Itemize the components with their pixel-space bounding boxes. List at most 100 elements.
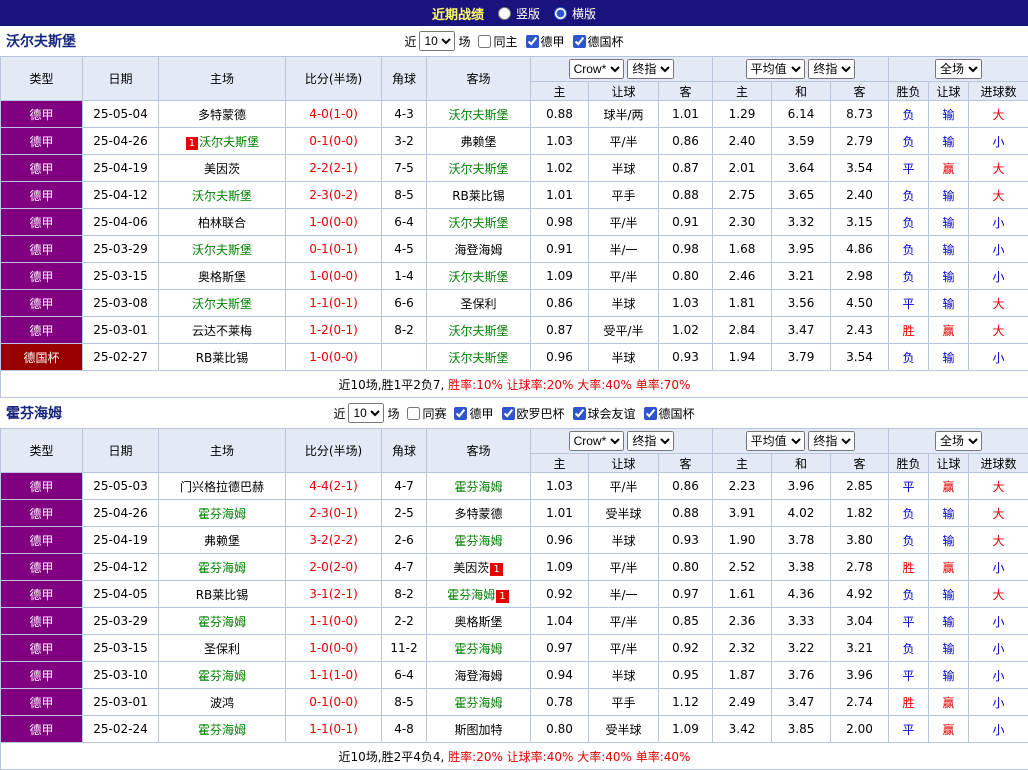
filter-checkbox[interactable] xyxy=(407,407,420,420)
score-cell: 1-0(0-0) xyxy=(286,635,382,662)
corner-cell: 4-5 xyxy=(382,236,427,263)
away-team-cell: 圣保利 xyxy=(427,290,531,317)
top-header: 近期战绩 竖版 横版 xyxy=(0,0,1028,26)
horizontal-radio[interactable] xyxy=(554,7,567,20)
avg-select[interactable]: 平均值 xyxy=(746,431,805,451)
league-cell: 德甲 xyxy=(1,527,83,554)
date-cell: 25-04-19 xyxy=(83,527,159,554)
match-count-select[interactable]: 10 xyxy=(348,403,384,423)
handicap-cell: 受半球 xyxy=(589,500,659,527)
goals-result-cell: 小 xyxy=(969,236,1028,263)
avg-stage-select[interactable]: 终指 xyxy=(808,431,855,451)
header-row-top: 类型 日期 主场 比分(半场) 角球 客场 Crow* 终指 平均值 终指 全场 xyxy=(1,57,1028,82)
filter-checkbox[interactable] xyxy=(454,407,467,420)
col-odds-home: 主 xyxy=(531,454,589,473)
scope-header-group: 全场 xyxy=(889,429,1028,454)
team-name: 奥格斯堡 xyxy=(454,615,502,629)
filter-option-德甲[interactable]: 德甲 xyxy=(454,405,493,422)
odds-away-cell: 1.03 xyxy=(659,290,713,317)
handicap-cell: 平/半 xyxy=(589,554,659,581)
date-cell: 25-03-29 xyxy=(83,608,159,635)
filter-checkbox[interactable] xyxy=(526,35,539,48)
table-row: 德甲25-04-19美因茨2-2(2-1)7-5沃尔夫斯堡1.02半球0.872… xyxy=(1,155,1028,182)
home-team-cell: 霍芬海姆 xyxy=(159,554,286,581)
layout-vertical-option[interactable]: 竖版 xyxy=(498,5,540,22)
vertical-radio[interactable] xyxy=(498,7,511,20)
avg-home-cell: 2.49 xyxy=(713,689,772,716)
league-cell: 德甲 xyxy=(1,500,83,527)
odds-stage-select[interactable]: 终指 xyxy=(627,431,674,451)
filter-option-同主[interactable]: 同主 xyxy=(478,33,517,50)
avg-away-cell: 2.40 xyxy=(831,182,889,209)
avg-stage-select[interactable]: 终指 xyxy=(808,59,855,79)
result-cell: 负 xyxy=(889,581,929,608)
avg-away-cell: 3.04 xyxy=(831,608,889,635)
filter-checkbox[interactable] xyxy=(502,407,515,420)
avg-select[interactable]: 平均值 xyxy=(746,59,805,79)
filter-option-德甲[interactable]: 德甲 xyxy=(526,33,565,50)
filter-checkbox[interactable] xyxy=(644,407,657,420)
avg-draw-cell: 4.02 xyxy=(772,500,831,527)
col-result: 胜负 xyxy=(889,454,929,473)
filter-checkboxes-1: 同赛德甲欧罗巴杯球会友谊德国杯 xyxy=(402,405,694,422)
odds-provider-select[interactable]: Crow* xyxy=(569,59,624,79)
avg-away-cell: 2.79 xyxy=(831,128,889,155)
scope-select[interactable]: 全场 xyxy=(935,431,982,451)
handicap-result-cell: 输 xyxy=(929,182,969,209)
avg-home-cell: 2.52 xyxy=(713,554,772,581)
team-name: 沃尔夫斯堡 xyxy=(199,135,259,149)
league-cell: 德甲 xyxy=(1,128,83,155)
odds-home-cell: 0.98 xyxy=(531,209,589,236)
filter-option-球会友谊[interactable]: 球会友谊 xyxy=(573,405,636,422)
filter-option-德国杯[interactable]: 德国杯 xyxy=(644,405,695,422)
league-cell: 德甲 xyxy=(1,155,83,182)
home-team-cell: 波鸿 xyxy=(159,689,286,716)
odds-away-cell: 0.80 xyxy=(659,263,713,290)
handicap-cell: 半球 xyxy=(589,155,659,182)
scope-header-group: 全场 xyxy=(889,57,1028,82)
goals-result-cell: 小 xyxy=(969,128,1028,155)
filter-option-德国杯[interactable]: 德国杯 xyxy=(573,33,624,50)
layout-horizontal-option[interactable]: 横版 xyxy=(554,5,596,22)
handicap-cell: 半球 xyxy=(589,344,659,371)
avg-away-cell: 2.78 xyxy=(831,554,889,581)
away-team-cell: 霍芬海姆 xyxy=(427,527,531,554)
team-name: 霍芬海姆 xyxy=(447,588,495,602)
score-cell: 1-2(0-1) xyxy=(286,317,382,344)
corner-cell xyxy=(382,344,427,371)
filter-checkbox[interactable] xyxy=(478,35,491,48)
date-cell: 25-04-19 xyxy=(83,155,159,182)
filter-checkbox[interactable] xyxy=(573,35,586,48)
handicap-cell: 球半/两 xyxy=(589,101,659,128)
league-cell: 德甲 xyxy=(1,608,83,635)
team-name: 沃尔夫斯堡 xyxy=(192,189,252,203)
handicap-result-cell: 赢 xyxy=(929,473,969,500)
home-team-cell: 霍芬海姆 xyxy=(159,716,286,743)
odds-header-group: Crow* 终指 xyxy=(531,429,713,454)
avg-draw-cell: 3.47 xyxy=(772,689,831,716)
home-team-cell: RB莱比锡 xyxy=(159,344,286,371)
col-corner: 角球 xyxy=(382,429,427,473)
avg-away-cell: 3.15 xyxy=(831,209,889,236)
odds-provider-select[interactable]: Crow* xyxy=(569,431,624,451)
away-team-cell: 海登海姆 xyxy=(427,236,531,263)
table-row: 德甲25-04-05RB莱比锡3-1(2-1)8-2霍芬海姆10.92半/一0.… xyxy=(1,581,1028,608)
date-cell: 25-03-01 xyxy=(83,689,159,716)
summary-lead: 近10场,胜2平4负4, xyxy=(339,750,449,764)
col-odds-away: 客 xyxy=(659,454,713,473)
odds-home-cell: 0.92 xyxy=(531,581,589,608)
col-home: 主场 xyxy=(159,429,286,473)
match-count-select[interactable]: 10 xyxy=(419,31,455,51)
col-odds-handicap: 让球 xyxy=(589,454,659,473)
summary: 近10场,胜1平2负7, 胜率:10% 让球率:20% 大率:40% 单率:70… xyxy=(1,371,1028,398)
col-away: 客场 xyxy=(427,429,531,473)
odds-home-cell: 0.78 xyxy=(531,689,589,716)
filter-option-同赛[interactable]: 同赛 xyxy=(407,405,446,422)
filter-option-欧罗巴杯[interactable]: 欧罗巴杯 xyxy=(502,405,565,422)
filter-checkbox[interactable] xyxy=(573,407,586,420)
odds-stage-select[interactable]: 终指 xyxy=(627,59,674,79)
odds-home-cell: 1.01 xyxy=(531,500,589,527)
avg-home-cell: 1.29 xyxy=(713,101,772,128)
scope-select[interactable]: 全场 xyxy=(935,59,982,79)
table-row: 德甲25-04-12霍芬海姆2-0(2-0)4-7美因茨11.09平/半0.80… xyxy=(1,554,1028,581)
